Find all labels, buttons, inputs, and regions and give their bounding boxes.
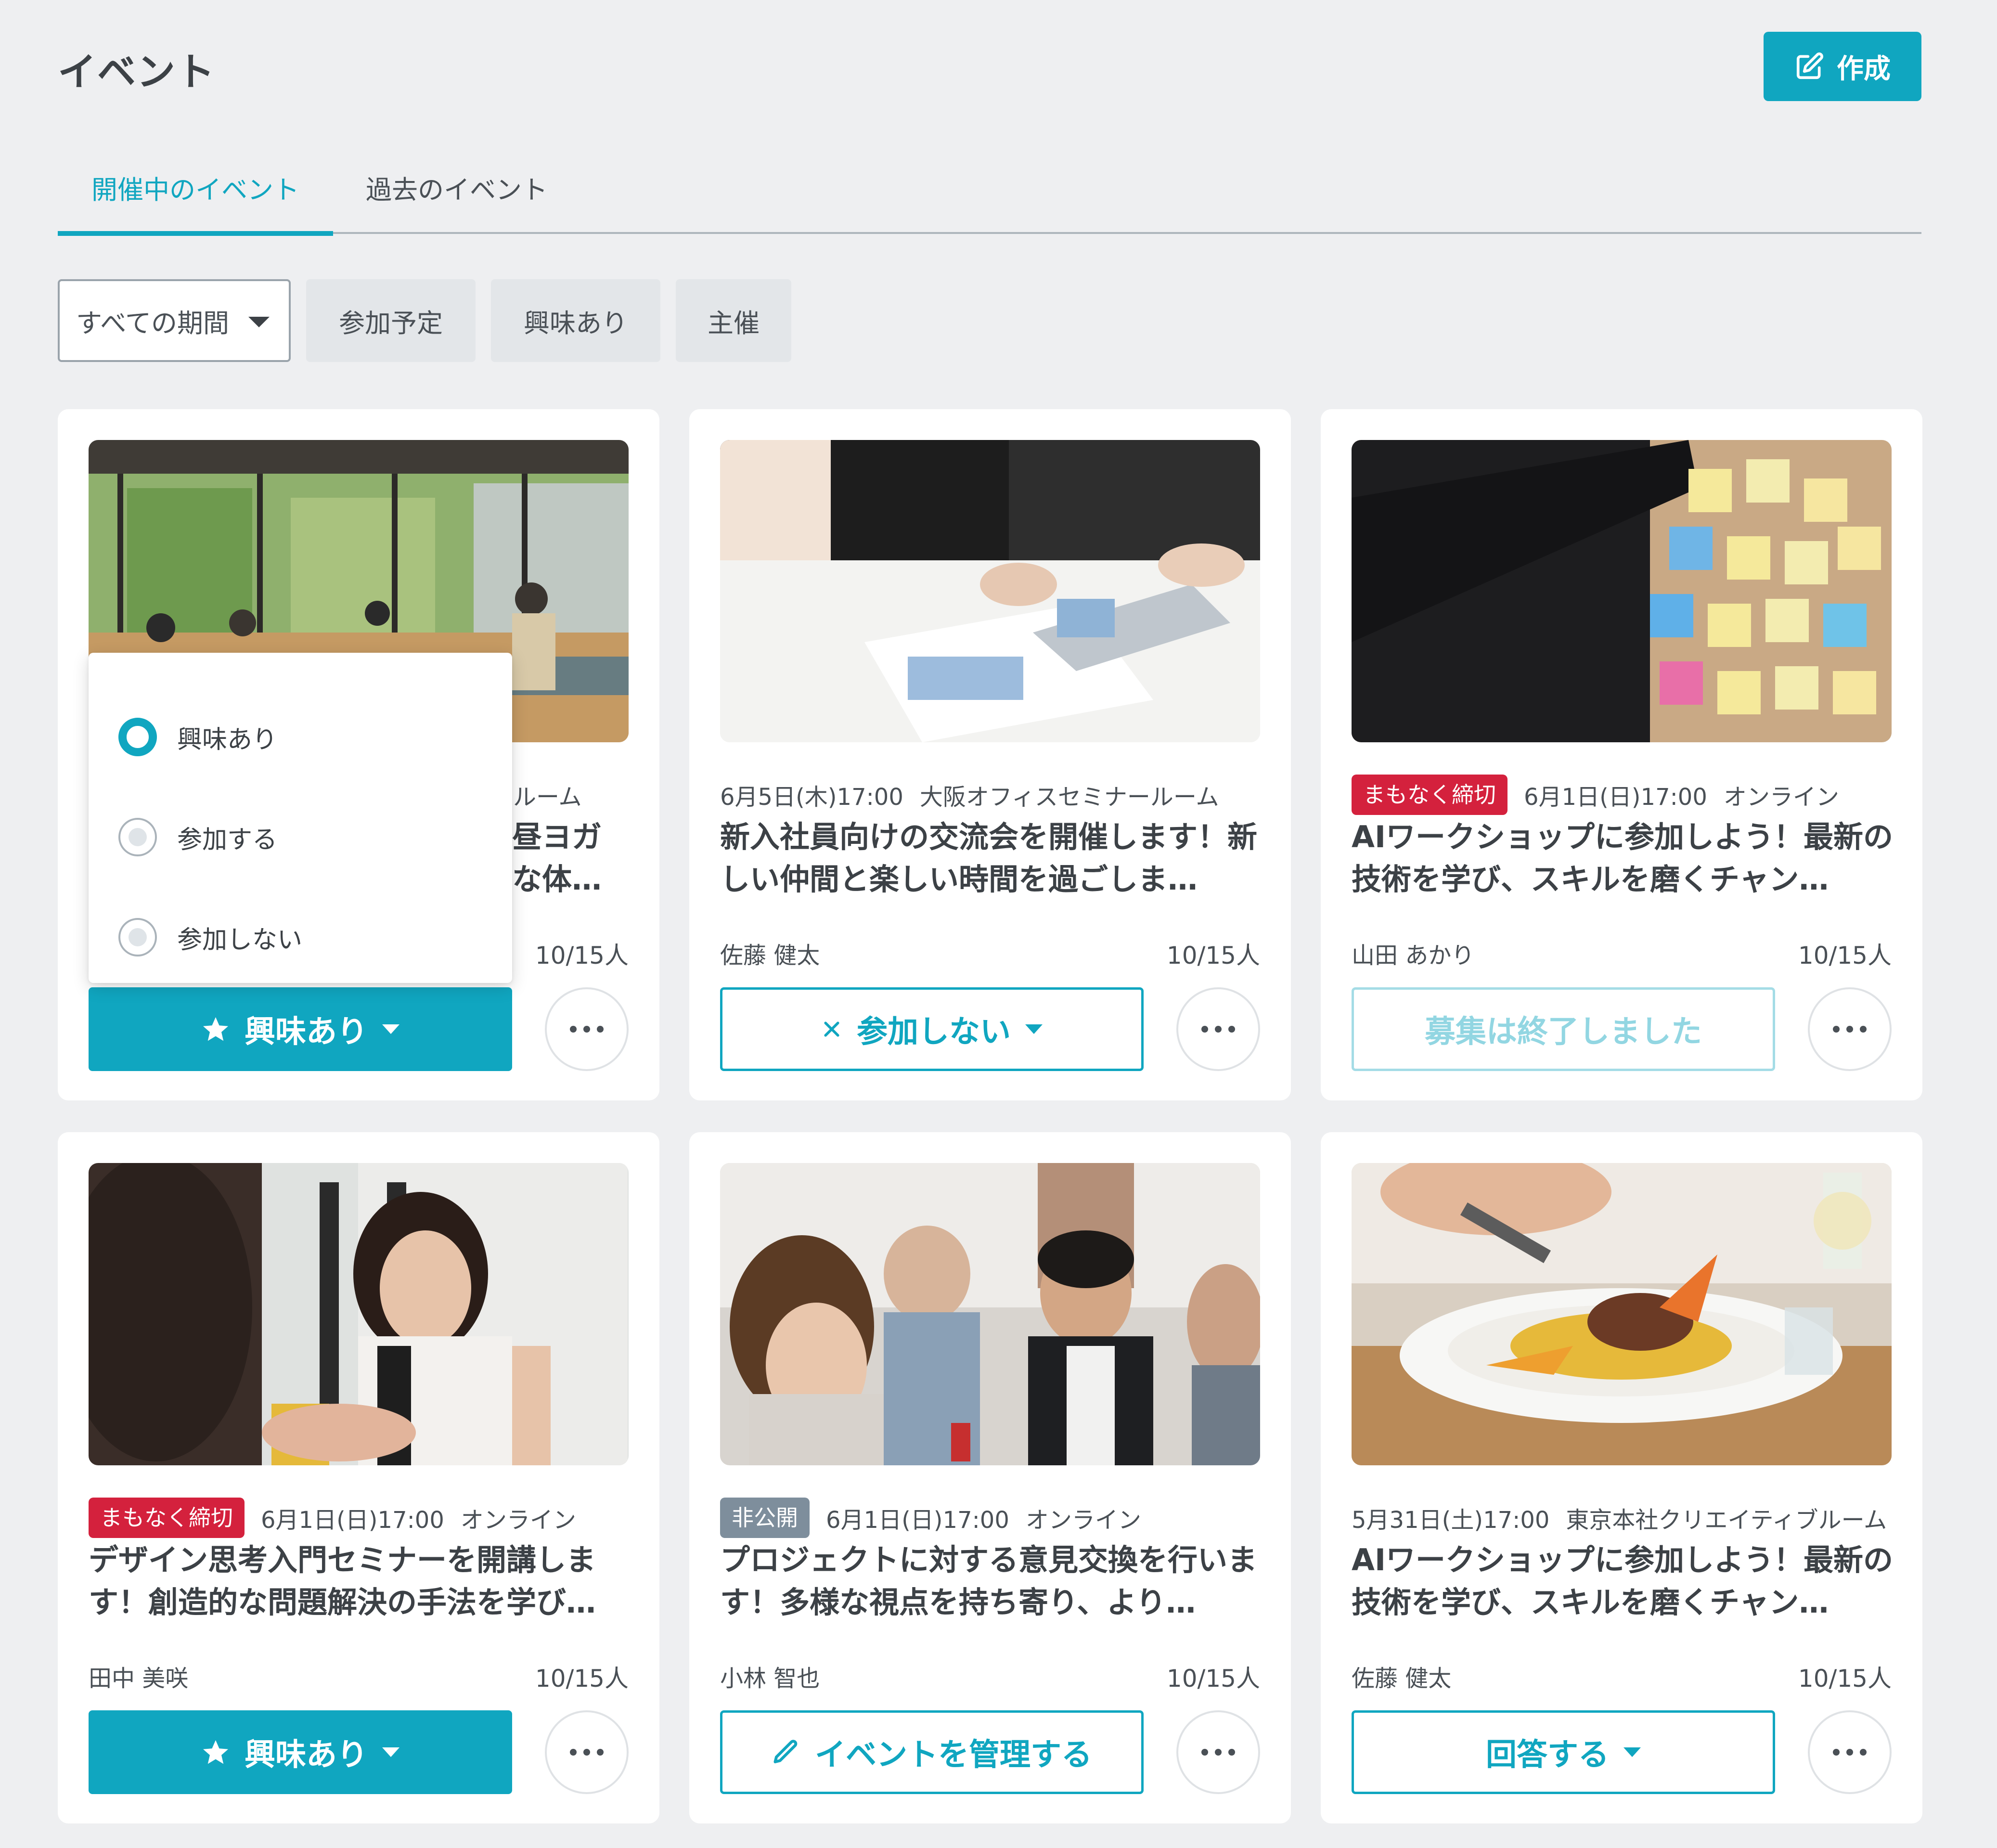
page-title: イベント — [58, 50, 216, 94]
dropdown-option-not-attend[interactable]: 参加しない — [118, 916, 302, 959]
filter-chip-interested[interactable]: 興味あり — [491, 279, 660, 362]
participant-count: 10/15人 — [1166, 942, 1260, 969]
event-date: 5月31日(土)17:00 — [1352, 1507, 1550, 1534]
event-organizer: 山田 あかり — [1352, 942, 1475, 969]
edit-icon — [1796, 52, 1823, 79]
event-date: 6月1日(日)17:00 — [1524, 784, 1707, 811]
event-organizer: 小林 智也 — [720, 1665, 820, 1692]
event-organizer: 佐藤 健太 — [1352, 1665, 1452, 1692]
event-title[interactable]: デザイン思考入門セミナーを開講します！創造的な問題解決の手法を学び… — [89, 1539, 632, 1624]
event-date: 6月1日(日)17:00 — [826, 1507, 1009, 1534]
event-date: 6月5日(木)17:00 — [720, 784, 903, 811]
event-image — [720, 440, 1260, 742]
more-options-button[interactable] — [1808, 987, 1892, 1071]
caret-down-icon — [382, 1747, 399, 1757]
event-title[interactable]: AIワークショップに参加しよう！最新の技術を学び、スキルを磨くチャン… — [1352, 1539, 1895, 1624]
tab-bar: 開催中のイベント 過去のイベント — [58, 164, 1921, 236]
event-meta: まもなく締切 6月1日(日)17:00 オンライン — [89, 1496, 576, 1540]
dropdown-option-label: 参加しない — [177, 925, 303, 955]
tab-past-events[interactable]: 過去のイベント — [366, 164, 548, 234]
close-icon — [824, 1021, 839, 1037]
more-options-button[interactable] — [545, 987, 629, 1071]
interest-button-label: 興味あり — [245, 1737, 368, 1773]
closed-button-label: 募集は終了しました — [1425, 1014, 1702, 1050]
interest-button-label: 興味あり — [245, 1014, 368, 1050]
respond-button[interactable]: 回答する — [1352, 1710, 1775, 1794]
create-button-label: 作成 — [1837, 53, 1891, 85]
pencil-icon — [773, 1740, 798, 1763]
event-location: 東京本社クリエイティブルーム — [1566, 1507, 1887, 1534]
dropdown-option-label: 参加する — [177, 825, 278, 854]
event-location: オンライン — [1723, 784, 1839, 811]
participant-count: 10/15人 — [535, 1665, 629, 1693]
event-card[interactable]: 5月31日(土)17:00 東京本社クリエイティブルーム AIワークショップに参… — [1321, 1132, 1922, 1823]
not-attending-button-label: 参加しない — [857, 1014, 1011, 1050]
events-page: イベント 作成 開催中のイベント 過去のイベント すべての期間 参加予定 興味あ… — [0, 0, 1997, 1848]
radio-unselected-icon[interactable] — [118, 818, 157, 856]
period-select[interactable]: すべての期間 — [58, 279, 291, 362]
event-meta: 5月31日(土)17:00 東京本社クリエイティブルーム — [1352, 1496, 1887, 1540]
private-badge: 非公開 — [720, 1498, 810, 1538]
more-options-button[interactable] — [1176, 1710, 1260, 1794]
star-icon — [203, 1017, 228, 1041]
caret-down-icon — [1025, 1024, 1043, 1034]
dropdown-option-attend[interactable]: 参加する — [118, 815, 277, 859]
event-title[interactable]: プロジェクトに対する意見交換を行います！多様な視点を持ち寄り、より… — [720, 1539, 1264, 1624]
event-location: オンライン — [1025, 1507, 1141, 1534]
participant-count: 10/15人 — [1798, 942, 1892, 969]
dropdown-option-label: 興味あり — [177, 725, 278, 754]
interest-button[interactable]: 興味あり — [89, 987, 512, 1071]
deadline-badge: まもなく締切 — [89, 1498, 245, 1538]
event-organizer: 田中 美咲 — [89, 1665, 189, 1692]
event-date: 6月1日(日)17:00 — [261, 1507, 444, 1534]
event-organizer: 佐藤 健太 — [720, 942, 820, 969]
event-card[interactable]: まもなく締切 6月1日(日)17:00 オンライン AIワークショップに参加しよ… — [1321, 409, 1922, 1100]
event-card[interactable]: まもなく締切 6月1日(日)17:00 オンライン デザイン思考入門セミナーを開… — [58, 1132, 659, 1823]
event-title[interactable]: 新入社員向けの交流会を開催します！新しい仲間と楽しい時間を過ごしま… — [720, 816, 1264, 901]
manage-event-button-label: イベントを管理する — [815, 1737, 1092, 1773]
event-location: 大阪オフィスセミナールーム — [919, 784, 1219, 811]
filter-chip-attending[interactable]: 参加予定 — [306, 279, 476, 362]
event-card[interactable]: 非公開 6月1日(日)17:00 オンライン プロジェクトに対する意見交換を行い… — [689, 1132, 1291, 1823]
tab-active-events[interactable]: 開催中のイベント — [58, 164, 333, 236]
event-meta: まもなく締切 6月1日(日)17:00 オンライン — [1352, 773, 1839, 817]
caret-down-icon — [382, 1024, 399, 1034]
radio-selected-icon[interactable] — [118, 718, 157, 756]
caret-down-icon — [1623, 1747, 1641, 1757]
event-image — [89, 1163, 629, 1465]
event-location: オンライン — [460, 1507, 576, 1534]
chevron-down-icon — [248, 317, 270, 327]
create-button[interactable]: 作成 — [1764, 32, 1921, 101]
event-image — [1352, 440, 1892, 742]
event-title[interactable]: AIワークショップに参加しよう！最新の技術を学び、スキルを磨くチャン… — [1352, 816, 1895, 901]
respond-button-label: 回答する — [1486, 1737, 1609, 1773]
event-card[interactable]: 6月5日(木)17:00 大阪オフィスセミナールーム 新入社員向けの交流会を開催… — [689, 409, 1291, 1100]
manage-event-button[interactable]: イベントを管理する — [720, 1710, 1144, 1794]
more-options-button[interactable] — [1176, 987, 1260, 1071]
event-meta: 6月5日(木)17:00 大阪オフィスセミナールーム — [720, 773, 1219, 817]
attendance-dropdown: 興味あり 参加する 参加しない — [89, 653, 512, 983]
period-select-value: すべての期間 — [76, 308, 230, 338]
radio-unselected-icon[interactable] — [118, 918, 157, 956]
filter-chip-hosting[interactable]: 主催 — [676, 279, 791, 362]
closed-button: 募集は終了しました — [1352, 987, 1775, 1071]
event-image — [1352, 1163, 1892, 1465]
more-options-button[interactable] — [545, 1710, 629, 1794]
not-attending-button[interactable]: 参加しない — [720, 987, 1144, 1071]
interest-button[interactable]: 興味あり — [89, 1710, 512, 1794]
more-options-button[interactable] — [1808, 1710, 1892, 1794]
event-meta: 非公開 6月1日(日)17:00 オンライン — [720, 1496, 1141, 1540]
participant-count: 10/15人 — [1798, 1665, 1892, 1693]
participant-count: 10/15人 — [535, 942, 629, 969]
event-image — [720, 1163, 1260, 1465]
participant-count: 10/15人 — [1166, 1665, 1260, 1693]
deadline-badge: まもなく締切 — [1352, 775, 1507, 815]
star-icon — [203, 1740, 228, 1764]
dropdown-option-interested[interactable]: 興味あり — [118, 715, 277, 759]
